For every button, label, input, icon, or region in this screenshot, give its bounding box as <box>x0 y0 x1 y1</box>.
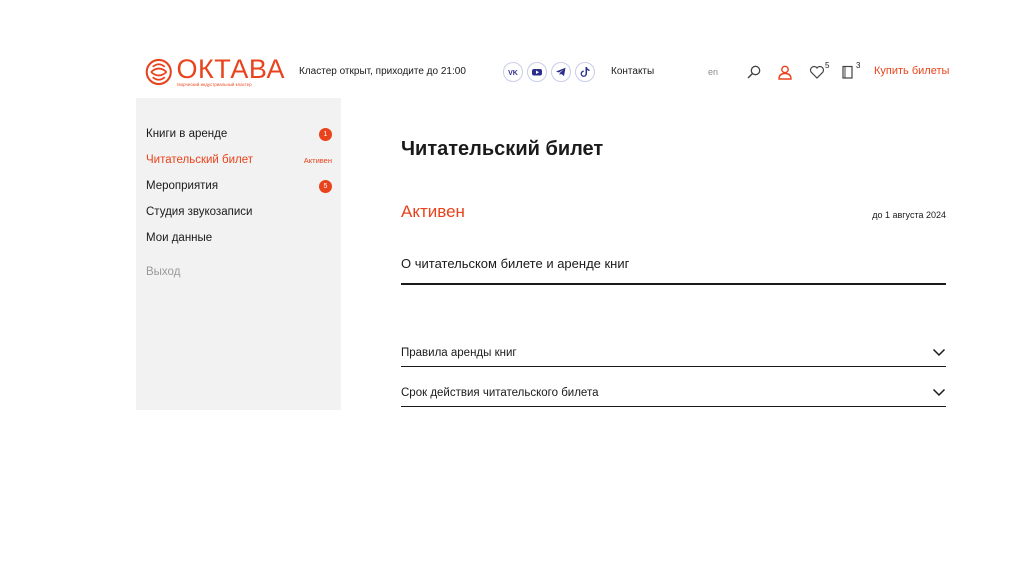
logo-mark-icon <box>145 58 172 86</box>
search-icon[interactable] <box>745 63 763 81</box>
logo[interactable]: ОКТАВА творческий индустриальный кластер <box>145 56 285 90</box>
count-badge: 5 <box>319 179 332 193</box>
telegram-icon[interactable] <box>551 62 571 82</box>
books-count: 3 <box>856 61 861 70</box>
accordion-label: Срок действия читательского билета <box>401 387 599 399</box>
card-status-row: Активен до 1 августа 2024 <box>401 202 946 226</box>
chevron-down-icon[interactable] <box>932 345 946 359</box>
sidebar-item-label: Книги в аренде <box>146 128 228 140</box>
buy-tickets-link[interactable]: Купить билеты <box>874 65 949 77</box>
accordion-rental-rules[interactable]: Правила аренды книг <box>401 327 946 367</box>
sidebar-item-reader-card[interactable]: Читательский билет Активен <box>146 150 332 170</box>
book-icon[interactable] <box>839 63 857 81</box>
youtube-icon[interactable] <box>527 62 547 82</box>
sidebar-item-label: Студия звукозаписи <box>146 206 253 218</box>
logo-text: ОКТАВА <box>176 54 285 84</box>
header: ОКТАВА творческий индустриальный кластер… <box>0 0 1024 98</box>
chevron-down-icon[interactable] <box>932 385 946 399</box>
logo-tagline: творческий индустриальный кластер <box>176 82 252 87</box>
cluster-status-text: Кластер открыт, приходите до 21:00 <box>299 66 466 77</box>
valid-until-date: до 1 августа 2024 <box>872 210 946 220</box>
sidebar-item-my-data[interactable]: Мои данные <box>146 228 332 248</box>
page-title: Читательский билет <box>401 138 604 160</box>
sidebar: Книги в аренде 1 Читательский билет Акти… <box>136 98 341 410</box>
accordion-label: Правила аренды книг <box>401 347 517 359</box>
sidebar-item-recording-studio[interactable]: Студия звукозаписи <box>146 202 332 222</box>
vk-icon[interactable]: VK <box>503 62 523 82</box>
sidebar-item-label: Мероприятия <box>146 180 219 192</box>
user-icon[interactable] <box>776 63 794 81</box>
sidebar-item-rented-books[interactable]: Книги в аренде 1 <box>146 124 332 144</box>
heart-icon[interactable] <box>808 63 826 81</box>
sidebar-item-label: Мои данные <box>146 232 213 244</box>
contacts-link[interactable]: Контакты <box>611 66 654 77</box>
sidebar-item-label: Читательский билет <box>146 154 254 166</box>
language-switch[interactable]: en <box>708 67 718 77</box>
social-links: VK <box>503 62 595 82</box>
count-badge: 1 <box>319 127 332 141</box>
tiktok-icon[interactable] <box>575 62 595 82</box>
card-status: Активен <box>401 202 465 221</box>
accordion-card-validity[interactable]: Срок действия читательского билета <box>401 367 946 407</box>
logout-link[interactable]: Выход <box>146 266 180 278</box>
section-divider <box>401 283 946 285</box>
status-badge: Активен <box>303 155 332 165</box>
sidebar-item-events[interactable]: Мероприятия 5 <box>146 176 332 196</box>
favorites-count: 5 <box>825 61 830 70</box>
section-title: О читательском билете и аренде книг <box>401 256 630 271</box>
svg-text:VK: VK <box>508 70 518 77</box>
